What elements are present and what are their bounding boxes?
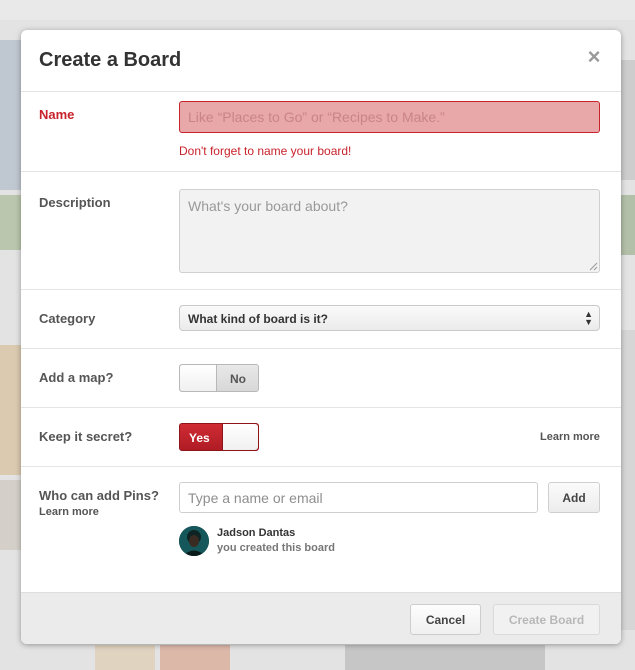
board-name-input[interactable] bbox=[179, 101, 600, 133]
avatar bbox=[179, 526, 209, 556]
collaborator-search-input[interactable] bbox=[179, 482, 538, 513]
toggle-knob bbox=[222, 424, 258, 450]
map-toggle[interactable]: No bbox=[179, 364, 259, 392]
create-board-dialog: Create a Board × Name Don't forget to na… bbox=[21, 30, 621, 644]
dialog-header: Create a Board × bbox=[21, 30, 621, 92]
name-label: Name bbox=[39, 107, 75, 122]
owner-note: you created this board bbox=[217, 542, 335, 554]
dialog-footer: Cancel Create Board bbox=[21, 592, 621, 644]
select-arrows-icon: ▲ ▼ bbox=[584, 309, 593, 327]
map-label: Add a map? bbox=[39, 370, 114, 385]
dialog-title: Create a Board bbox=[39, 49, 182, 71]
collaborators-learn-more-link[interactable]: Learn more bbox=[39, 506, 99, 518]
secret-toggle[interactable]: Yes bbox=[179, 423, 259, 451]
name-error-message: Don't forget to name your board! bbox=[179, 144, 352, 158]
owner-name: Jadson Dantas bbox=[217, 527, 296, 539]
map-toggle-text: No bbox=[230, 372, 246, 386]
close-icon[interactable]: × bbox=[583, 46, 605, 68]
description-label: Description bbox=[39, 195, 111, 210]
add-collaborator-button[interactable]: Add bbox=[548, 482, 600, 513]
category-label: Category bbox=[39, 311, 96, 326]
collaborators-label: Who can add Pins? bbox=[39, 488, 159, 503]
cancel-button[interactable]: Cancel bbox=[410, 604, 481, 635]
avatar-image bbox=[179, 526, 209, 556]
toggle-knob bbox=[180, 365, 217, 391]
secret-learn-more-link[interactable]: Learn more bbox=[540, 431, 600, 443]
resize-grip-icon[interactable] bbox=[589, 262, 598, 271]
create-board-button[interactable]: Create Board bbox=[493, 604, 600, 635]
category-selected-value: What kind of board is it? bbox=[188, 312, 328, 326]
secret-toggle-text: Yes bbox=[189, 431, 210, 445]
description-textarea[interactable] bbox=[179, 189, 600, 273]
category-select[interactable]: What kind of board is it? ▲ ▼ bbox=[179, 305, 600, 331]
secret-label: Keep it secret? bbox=[39, 429, 133, 444]
